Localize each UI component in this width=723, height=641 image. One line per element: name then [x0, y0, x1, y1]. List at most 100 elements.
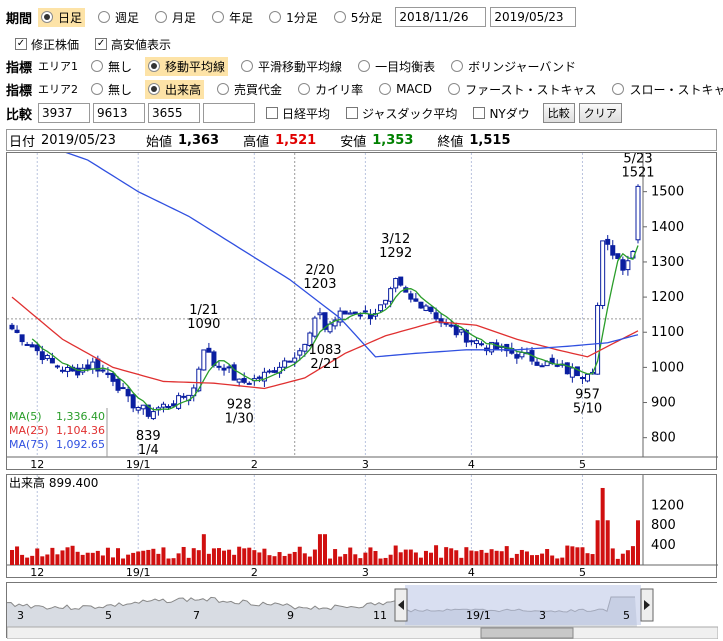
compare-code-1[interactable] — [38, 103, 91, 123]
radio-icon[interactable] — [451, 60, 464, 72]
compare-code-2[interactable] — [93, 103, 146, 123]
navigator-selection — [405, 585, 641, 625]
radio-icon[interactable] — [241, 60, 254, 72]
radio-icon[interactable] — [358, 60, 371, 72]
volume-bar — [570, 546, 575, 565]
indicator1-option-4[interactable]: ボリンジャーバンド — [448, 57, 579, 76]
radio-icon[interactable] — [98, 11, 111, 23]
close-label: 終値 — [437, 134, 464, 150]
indicator2-option-1[interactable]: 出来高 — [145, 79, 205, 99]
radio-icon[interactable] — [217, 83, 230, 95]
x-tick-label: 4 — [468, 566, 475, 579]
indicator1-option-1[interactable]: 移動平均線 — [145, 56, 229, 76]
to-date-input[interactable] — [490, 7, 577, 27]
indicator2-option-2[interactable]: 売買代金 — [214, 80, 285, 99]
indicator2-option-0[interactable]: 無し — [88, 80, 135, 99]
checkbox-icon[interactable]: ✓ — [15, 38, 27, 50]
radio-icon[interactable] — [448, 83, 461, 95]
radio-icon[interactable] — [91, 83, 104, 95]
radio-icon[interactable] — [333, 11, 346, 23]
volume-bar — [20, 554, 25, 565]
volume-bar — [494, 550, 499, 565]
period-row: 期間 日足 週足 月足 年足 1分足 5分足 — [6, 6, 577, 28]
volume-bar — [358, 558, 363, 565]
period-option-2[interactable]: 月足 — [152, 8, 199, 27]
radio-icon[interactable] — [148, 60, 161, 72]
compare-options: 日経平均 ジャスダック平均 NYダウ — [263, 104, 543, 123]
indicator1-option-3[interactable]: 一目均衡表 — [355, 57, 438, 76]
volume-bar — [383, 557, 388, 565]
checkbox-icon[interactable] — [346, 107, 359, 119]
indicator1-option-label: 一目均衡表 — [375, 59, 436, 74]
indicator2-option-4[interactable]: MACD — [376, 80, 435, 99]
candle-body — [201, 349, 207, 371]
period-option-0[interactable]: 日足 — [38, 7, 86, 27]
candle-body — [39, 351, 45, 361]
indicator1-option-0[interactable]: 無し — [88, 57, 135, 76]
volume-bar — [25, 557, 30, 565]
radio-icon[interactable] — [379, 83, 392, 95]
indicator2-option-5[interactable]: ファースト・ストキャス — [445, 80, 599, 99]
volume-bar — [116, 548, 121, 565]
indicator1-option-label: ボリンジャーバンド — [468, 59, 576, 74]
volume-chart[interactable]: 400 800 1200 12 19/1 2 3 4 5 出来高 899.400 — [6, 474, 718, 579]
candles — [9, 184, 641, 421]
compare-option-1[interactable]: ジャスダック平均 — [343, 104, 460, 123]
annotation-label: 957 — [575, 387, 600, 402]
price-chart[interactable]: 800 900 1000 1100 1200 1300 1400 1500 12 19/1 2 3 4 5… — [6, 152, 718, 471]
indicator1-option-label: 平滑移動平均線 — [258, 59, 343, 74]
candle-body — [34, 344, 40, 352]
checkbox-0[interactable]: ✓ 修正株価 — [12, 35, 82, 54]
radio-icon[interactable] — [41, 11, 54, 23]
period-option-3[interactable]: 年足 — [209, 8, 256, 27]
candle-body — [579, 377, 585, 380]
period-option-4[interactable]: 1分足 — [266, 8, 321, 27]
radio-icon[interactable] — [298, 83, 311, 95]
indicator1-option-2[interactable]: 平滑移動平均線 — [238, 57, 345, 76]
volume-bar — [141, 550, 146, 565]
volume-bar — [45, 554, 50, 565]
volume-bar — [302, 553, 307, 565]
navigator-tick-label: 3 — [539, 609, 546, 622]
radio-icon[interactable] — [155, 11, 168, 23]
checkbox-icon[interactable]: ✓ — [95, 38, 108, 50]
period-option-1[interactable]: 週足 — [95, 8, 142, 27]
volume-bar — [40, 556, 45, 565]
candle-body — [125, 388, 131, 397]
y-tick-label: 1200 — [651, 290, 684, 305]
candle-body — [610, 245, 616, 256]
volume-bar — [585, 553, 590, 565]
navigator-tick-label: 7 — [193, 609, 200, 622]
compare-button[interactable]: 比較 — [542, 103, 575, 123]
annotation-label: 1/21 — [189, 303, 218, 318]
checkbox-1[interactable]: ✓ 高安値表示 — [92, 35, 174, 54]
radio-icon[interactable] — [91, 60, 104, 72]
from-date-input[interactable] — [395, 7, 487, 27]
radio-icon[interactable] — [269, 11, 282, 23]
indicator2-option-6[interactable]: スロー・ストキャス — [609, 80, 723, 99]
compare-option-2[interactable]: NYダウ — [470, 104, 532, 123]
indicator2-option-3[interactable]: カイリ率 — [295, 80, 366, 99]
volume-bar — [484, 552, 489, 565]
checkbox-icon[interactable] — [473, 107, 486, 119]
annotation-label: 3/12 — [381, 232, 410, 247]
volume-bar — [444, 547, 449, 565]
checkbox-icon[interactable] — [266, 107, 279, 119]
volume-bar — [434, 545, 439, 565]
radio-icon[interactable] — [148, 83, 161, 95]
volume-bar — [524, 551, 529, 565]
clear-button[interactable]: クリア — [578, 103, 622, 123]
radio-icon[interactable] — [612, 83, 625, 95]
radio-icon[interactable] — [212, 11, 225, 23]
period-option-5[interactable]: 5分足 — [331, 8, 386, 27]
range-navigator[interactable]: 3 5 7 9 11 19/1 3 5 — [6, 582, 718, 639]
compare-code-4[interactable] — [203, 103, 256, 123]
compare-code-3[interactable] — [148, 103, 201, 123]
compare-option-0[interactable]: 日経平均 — [263, 104, 333, 123]
candle-body — [554, 364, 560, 367]
indicator2-option-label: カイリ率 — [315, 82, 364, 97]
volume-bar — [464, 547, 469, 565]
navigator-tick-label: 19/1 — [466, 609, 491, 622]
volume-bar — [590, 554, 595, 565]
volume-bar — [580, 547, 585, 565]
